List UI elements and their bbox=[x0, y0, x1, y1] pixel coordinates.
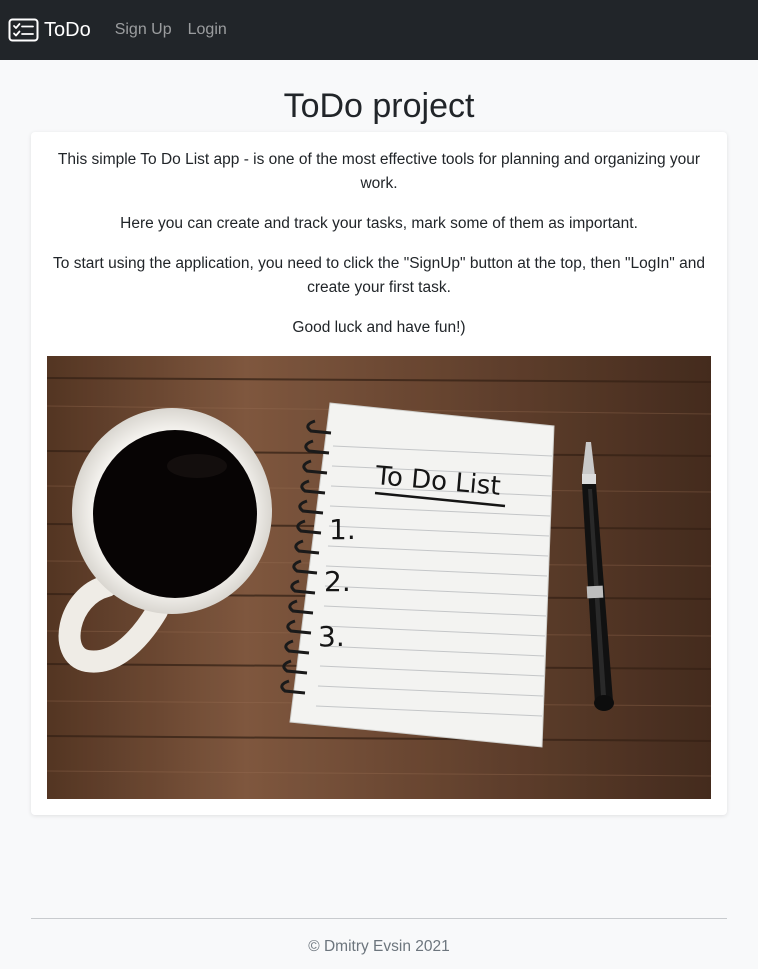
intro-paragraph: To start using the application, you need… bbox=[53, 255, 705, 296]
intro-paragraph: Good luck and have fun!) bbox=[292, 319, 466, 336]
intro-text: This simple To Do List app - is one of t… bbox=[47, 148, 711, 356]
footer-copyright: © Dmitry Evsin 2021 bbox=[308, 938, 450, 955]
checklist-icon bbox=[8, 18, 39, 42]
page-title: ToDo project bbox=[283, 87, 475, 125]
top-navbar: ToDo Sign Up Login bbox=[0, 0, 758, 60]
nav-link-login[interactable]: Login bbox=[188, 21, 227, 39]
intro-card: This simple To Do List app - is one of t… bbox=[31, 132, 727, 815]
notebook-list-number: 2. bbox=[324, 565, 351, 598]
notebook-list-number: 1. bbox=[329, 513, 356, 546]
footer-divider bbox=[31, 918, 727, 919]
nav-link-sign-up[interactable]: Sign Up bbox=[115, 21, 172, 39]
hero-image: To Do List 1. 2. 3. bbox=[47, 356, 711, 799]
brand-label: ToDo bbox=[44, 18, 91, 41]
brand-link[interactable]: ToDo bbox=[8, 18, 91, 42]
intro-paragraph: This simple To Do List app - is one of t… bbox=[57, 151, 701, 192]
intro-paragraph: Here you can create and track your tasks… bbox=[120, 215, 638, 232]
notebook-list-number: 3. bbox=[318, 620, 345, 653]
